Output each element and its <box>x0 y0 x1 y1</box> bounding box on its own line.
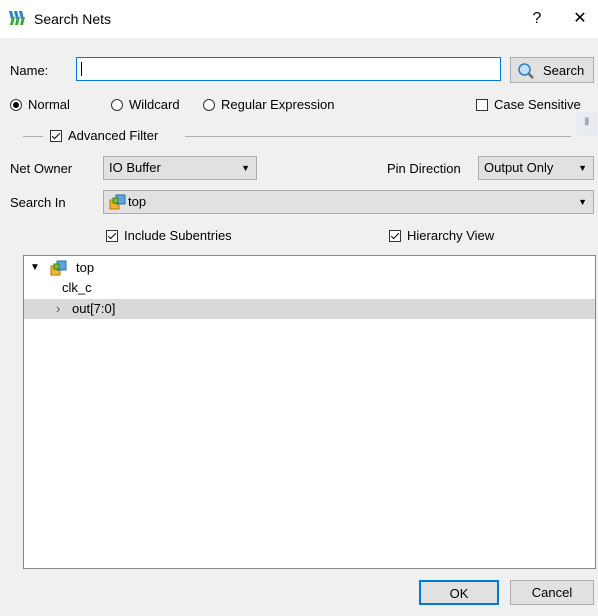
pin-direction-dropdown[interactable]: Output Only ▼ <box>478 156 594 180</box>
search-icon <box>518 63 534 79</box>
tree-item-out[interactable]: › out[7:0] <box>24 299 595 319</box>
title-bar: Search Nets ? ✕ <box>0 0 598 38</box>
chevron-down-icon[interactable]: ▼ <box>30 258 40 278</box>
scroll-grip-icon: ▮ <box>584 116 590 127</box>
app-logo-icon <box>9 11 25 25</box>
name-label: Name: <box>10 63 49 78</box>
search-in-value: top <box>128 194 147 209</box>
search-button-label: Search <box>543 63 585 78</box>
help-button[interactable]: ? <box>525 8 549 30</box>
window-title: Search Nets <box>34 11 112 27</box>
radio-wildcard[interactable] <box>111 99 123 111</box>
case-sensitive-checkbox[interactable] <box>476 99 488 111</box>
tree-item-label: out[7:0] <box>72 301 116 316</box>
radio-regular-expression-label: Regular Expression <box>221 97 335 112</box>
net-owner-label: Net Owner <box>10 161 73 176</box>
chevron-right-icon[interactable]: › <box>56 299 60 319</box>
radio-normal-label: Normal <box>28 97 70 112</box>
text-caret <box>81 62 82 76</box>
tree-root-row[interactable]: ▼ top <box>24 258 595 278</box>
hierarchy-view-label: Hierarchy View <box>407 228 495 243</box>
net-tree[interactable]: ▼ top clk_c › out[7:0] <box>23 255 596 569</box>
net-owner-value: IO Buffer <box>109 160 161 175</box>
group-line-left <box>23 136 43 137</box>
hierarchy-view-checkbox[interactable] <box>389 230 401 242</box>
include-subentries-checkbox[interactable] <box>106 230 118 242</box>
advanced-filter-checkbox[interactable] <box>50 130 62 142</box>
pin-direction-value: Output Only <box>484 160 554 175</box>
chevron-down-icon: ▼ <box>241 163 250 173</box>
tree-root-label: top <box>76 260 95 275</box>
search-in-label: Search In <box>10 195 66 210</box>
module-icon <box>50 260 67 276</box>
advanced-filter-label: Advanced Filter <box>68 128 159 143</box>
module-icon <box>109 194 126 210</box>
tree-item-label: clk_c <box>62 280 92 295</box>
name-input[interactable] <box>76 57 501 81</box>
ok-button[interactable]: OK <box>419 580 499 605</box>
close-button[interactable]: ✕ <box>568 8 592 30</box>
search-in-dropdown[interactable]: top ▼ <box>103 190 594 214</box>
case-sensitive-label: Case Sensitive <box>494 97 581 112</box>
scroll-grip: ▮ <box>577 112 597 136</box>
group-line-right <box>185 136 571 137</box>
radio-regular-expression[interactable] <box>203 99 215 111</box>
net-owner-dropdown[interactable]: IO Buffer ▼ <box>103 156 257 180</box>
pin-direction-label: Pin Direction <box>387 161 461 176</box>
chevron-down-icon: ▼ <box>578 197 587 207</box>
tree-item-clk-c[interactable]: clk_c <box>24 278 595 298</box>
radio-wildcard-label: Wildcard <box>129 97 180 112</box>
cancel-button[interactable]: Cancel <box>510 580 594 605</box>
search-button[interactable]: Search <box>510 57 594 83</box>
include-subentries-label: Include Subentries <box>124 228 232 243</box>
chevron-down-icon: ▼ <box>578 163 587 173</box>
radio-normal[interactable] <box>10 99 22 111</box>
